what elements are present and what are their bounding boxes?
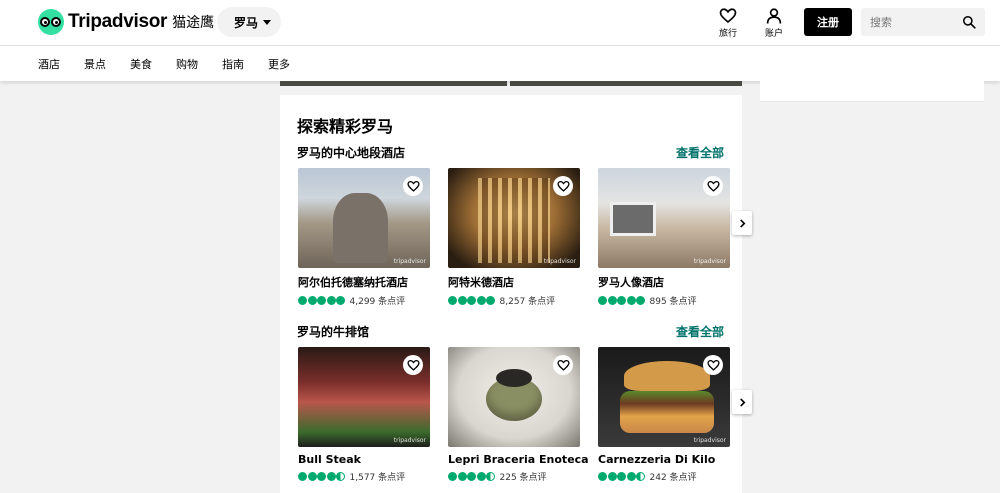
account-button[interactable]: 账户 bbox=[756, 7, 792, 39]
restaurant-card[interactable]: tripadvisor Bull Steak 1,577 条点评 bbox=[298, 347, 430, 483]
photo-watermark: tripadvisor bbox=[693, 437, 726, 444]
card-title[interactable]: 阿特米德酒店 bbox=[448, 274, 580, 290]
carousel-next-steakhouses-button[interactable] bbox=[732, 390, 752, 414]
hotel-card[interactable]: tripadvisor 罗马人像酒店 895 条点评 bbox=[598, 168, 730, 307]
search-box bbox=[861, 8, 985, 36]
signup-button[interactable]: 注册 bbox=[804, 8, 852, 36]
geo-selector[interactable]: 罗马 bbox=[217, 7, 281, 37]
save-heart-button[interactable] bbox=[403, 355, 423, 375]
section-title-hotels: 罗马的中心地段酒店 bbox=[297, 146, 406, 160]
card-title[interactable]: Carnezzeria Di Kilo bbox=[598, 453, 730, 466]
see-all-steakhouses-link[interactable]: 查看全部 bbox=[676, 323, 724, 340]
restaurant-photo[interactable]: tripadvisor bbox=[298, 347, 430, 447]
save-heart-button[interactable] bbox=[703, 355, 723, 375]
card-title[interactable]: Bull Steak bbox=[298, 453, 430, 466]
review-count[interactable]: 8,257 条点评 bbox=[500, 294, 556, 307]
trips-button[interactable]: 旅行 bbox=[710, 7, 746, 39]
search-icon[interactable] bbox=[962, 15, 976, 29]
hotel-photo[interactable]: tripadvisor bbox=[598, 168, 730, 268]
nav-item-hotels[interactable]: 酒店 bbox=[38, 56, 60, 72]
restaurant-photo[interactable] bbox=[448, 347, 580, 447]
trips-label: 旅行 bbox=[718, 29, 737, 39]
hotel-photo[interactable]: tripadvisor bbox=[298, 168, 430, 268]
heart-icon bbox=[706, 359, 720, 371]
save-heart-button[interactable] bbox=[703, 176, 723, 196]
restaurant-card[interactable]: tripadvisor Carnezzeria Di Kilo 242 条点评 bbox=[598, 347, 730, 483]
heart-icon bbox=[556, 359, 570, 371]
hotel-photo[interactable]: tripadvisor bbox=[448, 168, 580, 268]
rating-row: 1,577 条点评 bbox=[298, 470, 430, 483]
page-title: 探索精彩罗马 bbox=[297, 117, 394, 136]
brand-name-cn: 猫途鹰 bbox=[172, 15, 215, 31]
heart-icon bbox=[406, 180, 420, 192]
see-all-hotels-link[interactable]: 查看全部 bbox=[676, 144, 724, 161]
save-heart-button[interactable] bbox=[553, 355, 573, 375]
photo-watermark: tripadvisor bbox=[393, 258, 426, 265]
card-title[interactable]: 罗马人像酒店 bbox=[598, 274, 730, 290]
brand-name: Tripadvisor bbox=[68, 11, 168, 32]
nav-item-guides[interactable]: 指南 bbox=[222, 56, 244, 72]
nav-item-attractions[interactable]: 景点 bbox=[84, 56, 106, 72]
nav-item-restaurants[interactable]: 美食 bbox=[130, 56, 152, 72]
card-title[interactable]: 阿尔伯托德塞纳托酒店 bbox=[298, 274, 430, 290]
photo-watermark: tripadvisor bbox=[393, 437, 426, 444]
photo-watermark: tripadvisor bbox=[543, 258, 576, 265]
rating-row: 225 条点评 bbox=[448, 470, 580, 483]
bubble-rating bbox=[298, 472, 346, 481]
bubble-rating bbox=[598, 296, 646, 305]
chevron-down-icon bbox=[263, 19, 272, 25]
photo-watermark: tripadvisor bbox=[693, 258, 726, 265]
restaurant-photo[interactable]: tripadvisor bbox=[598, 347, 730, 447]
review-count[interactable]: 242 条点评 bbox=[650, 470, 697, 483]
geo-label: 罗马 bbox=[234, 15, 259, 30]
rating-row: 895 条点评 bbox=[598, 294, 730, 307]
global-header: Tripadvisor 猫途鹰 罗马 旅行 账户 注册 bbox=[0, 0, 1000, 45]
tripadvisor-logo[interactable]: Tripadvisor 猫途鹰 bbox=[38, 9, 214, 35]
nav-item-shopping[interactable]: 购物 bbox=[176, 56, 198, 72]
card-title[interactable]: Lepri Braceria Enoteca bbox=[448, 453, 589, 466]
rating-row: 8,257 条点评 bbox=[448, 294, 580, 307]
photo-strip-left bbox=[280, 81, 507, 86]
photo-strip-right bbox=[510, 81, 742, 86]
save-heart-button[interactable] bbox=[553, 176, 573, 196]
restaurant-card[interactable]: Lepri Braceria Enoteca 225 条点评 bbox=[448, 347, 589, 483]
rating-row: 242 条点评 bbox=[598, 470, 730, 483]
save-heart-button[interactable] bbox=[403, 176, 423, 196]
section-title-steakhouses: 罗马的牛排馆 bbox=[297, 325, 370, 339]
hotel-card[interactable]: tripadvisor 阿特米德酒店 8,257 条点评 bbox=[448, 168, 580, 307]
owl-logo-icon bbox=[38, 9, 64, 35]
bubble-rating bbox=[448, 296, 496, 305]
review-count[interactable]: 1,577 条点评 bbox=[350, 470, 406, 483]
heart-icon bbox=[556, 180, 570, 192]
heart-icon bbox=[719, 8, 737, 24]
bubble-rating bbox=[448, 472, 496, 481]
bubble-rating bbox=[598, 472, 646, 481]
search-input[interactable] bbox=[861, 8, 956, 36]
heart-icon bbox=[706, 180, 720, 192]
explore-card: 探索精彩罗马 罗马的中心地段酒店 查看全部 tripadvisor 阿尔伯托德塞… bbox=[280, 95, 742, 493]
category-nav: 酒店 景点 美食 购物 指南 更多 bbox=[0, 45, 1000, 81]
carousel-next-hotels-button[interactable] bbox=[732, 211, 752, 235]
user-icon bbox=[766, 8, 782, 24]
heart-icon bbox=[406, 359, 420, 371]
rating-row: 4,299 条点评 bbox=[298, 294, 430, 307]
side-card bbox=[760, 81, 984, 102]
bubble-rating bbox=[298, 296, 346, 305]
chevron-right-icon bbox=[739, 218, 745, 228]
review-count[interactable]: 895 条点评 bbox=[650, 294, 697, 307]
chevron-right-icon bbox=[739, 397, 745, 407]
account-label: 账户 bbox=[764, 29, 783, 39]
review-count[interactable]: 225 条点评 bbox=[500, 470, 547, 483]
review-count[interactable]: 4,299 条点评 bbox=[350, 294, 406, 307]
hotel-card[interactable]: tripadvisor 阿尔伯托德塞纳托酒店 4,299 条点评 bbox=[298, 168, 430, 307]
nav-item-more[interactable]: 更多 bbox=[268, 56, 290, 72]
